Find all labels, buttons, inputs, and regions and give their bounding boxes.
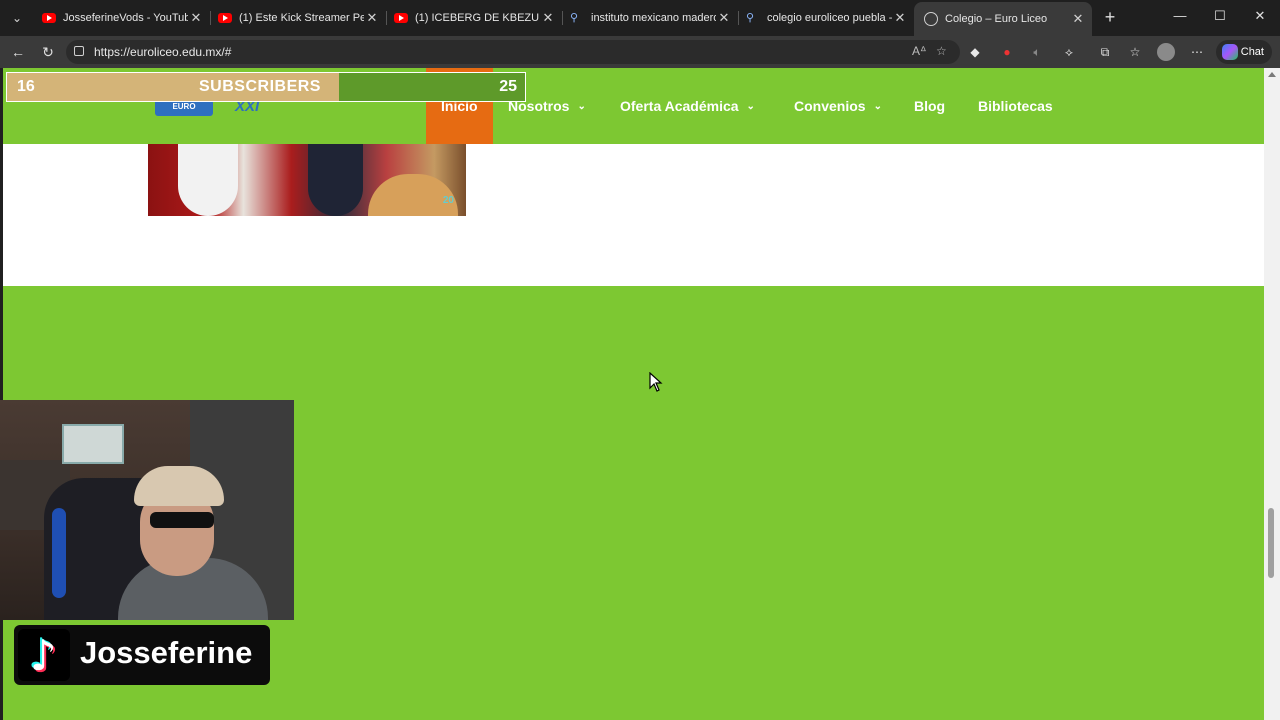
nav-label: Convenios [794, 98, 866, 114]
tab-6-active[interactable]: Colegio – Euro Liceo ✕ [914, 2, 1092, 36]
goal-remaining-fill [338, 73, 525, 101]
tab-actions-menu[interactable]: ⌄ [6, 7, 28, 29]
tab-5[interactable]: ⚲ colegio euroliceo puebla - S ✕ [736, 4, 914, 32]
tab-strip: ⌄ JosseferineVods - YouTube ✕ (1) Este K… [0, 0, 1280, 36]
youtube-icon [394, 13, 408, 23]
tab-4[interactable]: ⚲ instituto mexicano madero ✕ [560, 4, 738, 32]
read-aloud-icon[interactable]: Aᐞ [912, 44, 927, 58]
close-tab-icon[interactable]: ✕ [188, 10, 204, 26]
more-options-icon[interactable]: ⋯ [1188, 43, 1206, 61]
nav-convenios[interactable]: Convenios ⌄ [794, 68, 882, 144]
maximize-button[interactable]: ☐ [1210, 8, 1230, 24]
url-text[interactable]: https://euroliceo.edu.mx/# [94, 45, 231, 59]
close-tab-icon[interactable]: ✕ [1070, 11, 1086, 27]
scroll-up-icon[interactable] [1268, 72, 1276, 77]
chevron-down-icon: ⌄ [746, 100, 755, 112]
extensions-puzzle-icon[interactable]: ⟡ [1060, 43, 1078, 61]
page-scrollbar[interactable] [1264, 68, 1280, 720]
audio-icon[interactable]: 🔈︎ [1028, 43, 1046, 61]
page-viewport: EURO XXI Inicio Nosotros ⌄ Oferta Académ… [3, 68, 1264, 720]
extension-icon[interactable]: ◆ [966, 43, 984, 61]
close-tab-icon[interactable]: ✕ [892, 10, 908, 26]
tab-label: colegio euroliceo puebla - S [767, 12, 892, 24]
nav-label: Oferta Académica [620, 98, 739, 114]
tab-label: (1) ICEBERG DE KBEZUKO | S [415, 12, 540, 24]
favorite-star-icon[interactable]: ☆ [936, 44, 947, 58]
tab-1[interactable]: JosseferineVods - YouTube ✕ [32, 4, 210, 32]
nav-bibliotecas[interactable]: Bibliotecas [978, 68, 1053, 144]
channel-tag: Josseferine [14, 625, 270, 685]
photo-badge: 20 [442, 195, 454, 206]
close-window-button[interactable]: ✕ [1250, 8, 1270, 24]
chat-label: Chat [1240, 46, 1264, 58]
browser-toolbar: ← ↻ https://euroliceo.edu.mx/# Aᐞ ☆ ◆ ● … [0, 36, 1280, 68]
copilot-icon [1222, 44, 1238, 60]
lock-icon[interactable] [74, 46, 84, 56]
favorites-icon[interactable]: ☆ [1126, 43, 1144, 61]
nav-oferta-academica[interactable]: Oferta Académica ⌄ [620, 68, 755, 144]
subscriber-goal-bar: 16 SUBSCRIBERS 25 [6, 72, 526, 102]
close-tab-icon[interactable]: ✕ [364, 10, 380, 26]
tiktok-icon [18, 629, 70, 681]
youtube-icon [218, 13, 232, 23]
minimize-button[interactable]: — [1170, 8, 1190, 23]
tab-label: JosseferineVods - YouTube [63, 12, 188, 24]
chevron-down-icon: ⌄ [577, 100, 586, 112]
reload-button[interactable]: ↻ [38, 42, 58, 62]
goal-target: 25 [499, 78, 517, 95]
back-button[interactable]: ← [8, 42, 28, 62]
address-bar[interactable]: https://euroliceo.edu.mx/# Aᐞ ☆ [66, 40, 960, 64]
nav-label: Bibliotecas [978, 98, 1053, 114]
channel-name: Josseferine [80, 635, 253, 670]
globe-icon [924, 12, 938, 26]
profile-avatar[interactable] [1157, 43, 1175, 61]
tab-3[interactable]: (1) ICEBERG DE KBEZUKO | S ✕ [384, 4, 562, 32]
students-photo: 20 [148, 144, 466, 216]
tab-2[interactable]: (1) Este Kick Streamer Pens ✕ [208, 4, 386, 32]
nav-label: Blog [914, 98, 946, 114]
tab-label: (1) Este Kick Streamer Pens [239, 12, 364, 24]
search-icon: ⚲ [746, 12, 755, 24]
tab-label: instituto mexicano madero [591, 12, 716, 24]
chevron-down-icon: ⌄ [873, 100, 882, 112]
youtube-icon [42, 13, 56, 23]
copilot-chat-button[interactable]: Chat [1216, 40, 1272, 64]
split-screen-icon[interactable]: ⧉ [1096, 43, 1114, 61]
extension-shield-icon[interactable]: ● [998, 43, 1016, 61]
nav-blog[interactable]: Blog [914, 68, 945, 144]
close-tab-icon[interactable]: ✕ [716, 10, 732, 26]
goal-label: SUBSCRIBERS [199, 78, 321, 95]
scrollbar-thumb[interactable] [1268, 508, 1274, 578]
webcam-feed [0, 400, 294, 620]
goal-current: 16 [17, 78, 35, 95]
close-tab-icon[interactable]: ✕ [540, 10, 556, 26]
search-icon: ⚲ [570, 12, 579, 24]
new-tab-button[interactable]: + [1100, 7, 1120, 27]
tab-label: Colegio – Euro Liceo [945, 13, 1048, 25]
